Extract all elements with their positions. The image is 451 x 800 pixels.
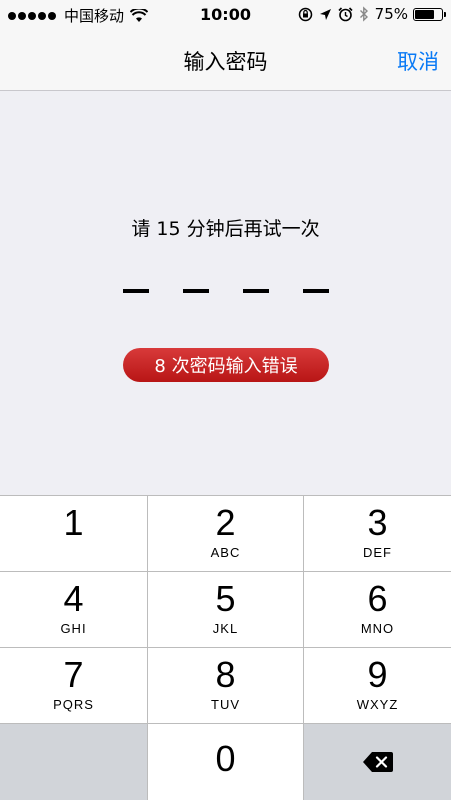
key-3[interactable]: 3 DEF [304, 496, 451, 571]
rotation-lock-icon [298, 7, 313, 22]
passcode-dash [182, 289, 209, 293]
status-bar: 中国移动 10:00 75% [0, 0, 451, 30]
battery-percent: 75% [374, 5, 408, 23]
keypad: 1 2 ABC 3 DEF 4 GHI 5 JKL 6 MNO 7 PQRS 8 [0, 495, 451, 800]
key-6[interactable]: 6 MNO [304, 572, 451, 647]
key-digit: 9 [367, 654, 388, 695]
location-arrow-icon [319, 8, 332, 21]
key-digit: 6 [367, 578, 388, 619]
key-digit: 2 [215, 502, 236, 543]
passcode-dash [302, 289, 329, 293]
passcode-dash [122, 289, 149, 293]
passcode-dash [242, 289, 269, 293]
battery-icon [413, 7, 446, 21]
key-letters: PQRS [53, 697, 94, 712]
key-digit: 5 [215, 578, 236, 619]
key-letters: DEF [363, 545, 392, 560]
failed-attempts-badge: 8 次密码输入错误 [123, 348, 329, 382]
key-1[interactable]: 1 [0, 496, 147, 571]
key-2[interactable]: 2 ABC [148, 496, 303, 571]
key-digit: 7 [63, 654, 84, 695]
cancel-button[interactable]: 取消 [397, 46, 439, 76]
key-digit: 1 [63, 502, 84, 543]
bluetooth-icon [359, 6, 369, 22]
page-title: 输入密码 [183, 50, 268, 74]
key-5[interactable]: 5 JKL [148, 572, 303, 647]
key-digit: 4 [63, 578, 84, 619]
passcode-field [0, 289, 451, 293]
key-letters: TUV [211, 697, 240, 712]
key-letters: GHI [60, 621, 87, 636]
key-digit: 0 [215, 738, 236, 779]
key-letters: ABC [210, 545, 241, 560]
key-8[interactable]: 8 TUV [148, 648, 303, 723]
nav-bar: 输入密码 取消 [0, 30, 451, 91]
key-7[interactable]: 7 PQRS [0, 648, 147, 723]
key-digit: 3 [367, 502, 388, 543]
passcode-screen: 中国移动 10:00 75% 输入密码 取消 请 15 分钟后再试一次 8 次密… [0, 0, 451, 800]
retry-message: 请 15 分钟后再试一次 [131, 218, 320, 240]
delete-button[interactable] [304, 724, 451, 800]
key-9[interactable]: 9 WXYZ [304, 648, 451, 723]
status-bar-right: 75% [292, 5, 446, 23]
key-digit: 8 [215, 654, 236, 695]
delete-backspace-icon [362, 752, 393, 772]
key-letters: WXYZ [356, 697, 399, 712]
key-4[interactable]: 4 GHI [0, 572, 147, 647]
key-letters: JKL [212, 621, 239, 636]
key-blank [0, 724, 147, 800]
failed-attempts-text: 8 次密码输入错误 [154, 356, 298, 377]
alarm-icon [338, 6, 353, 22]
battery-fill [415, 9, 434, 19]
key-0[interactable]: 0 [148, 724, 303, 800]
key-letters: MNO [360, 621, 395, 636]
